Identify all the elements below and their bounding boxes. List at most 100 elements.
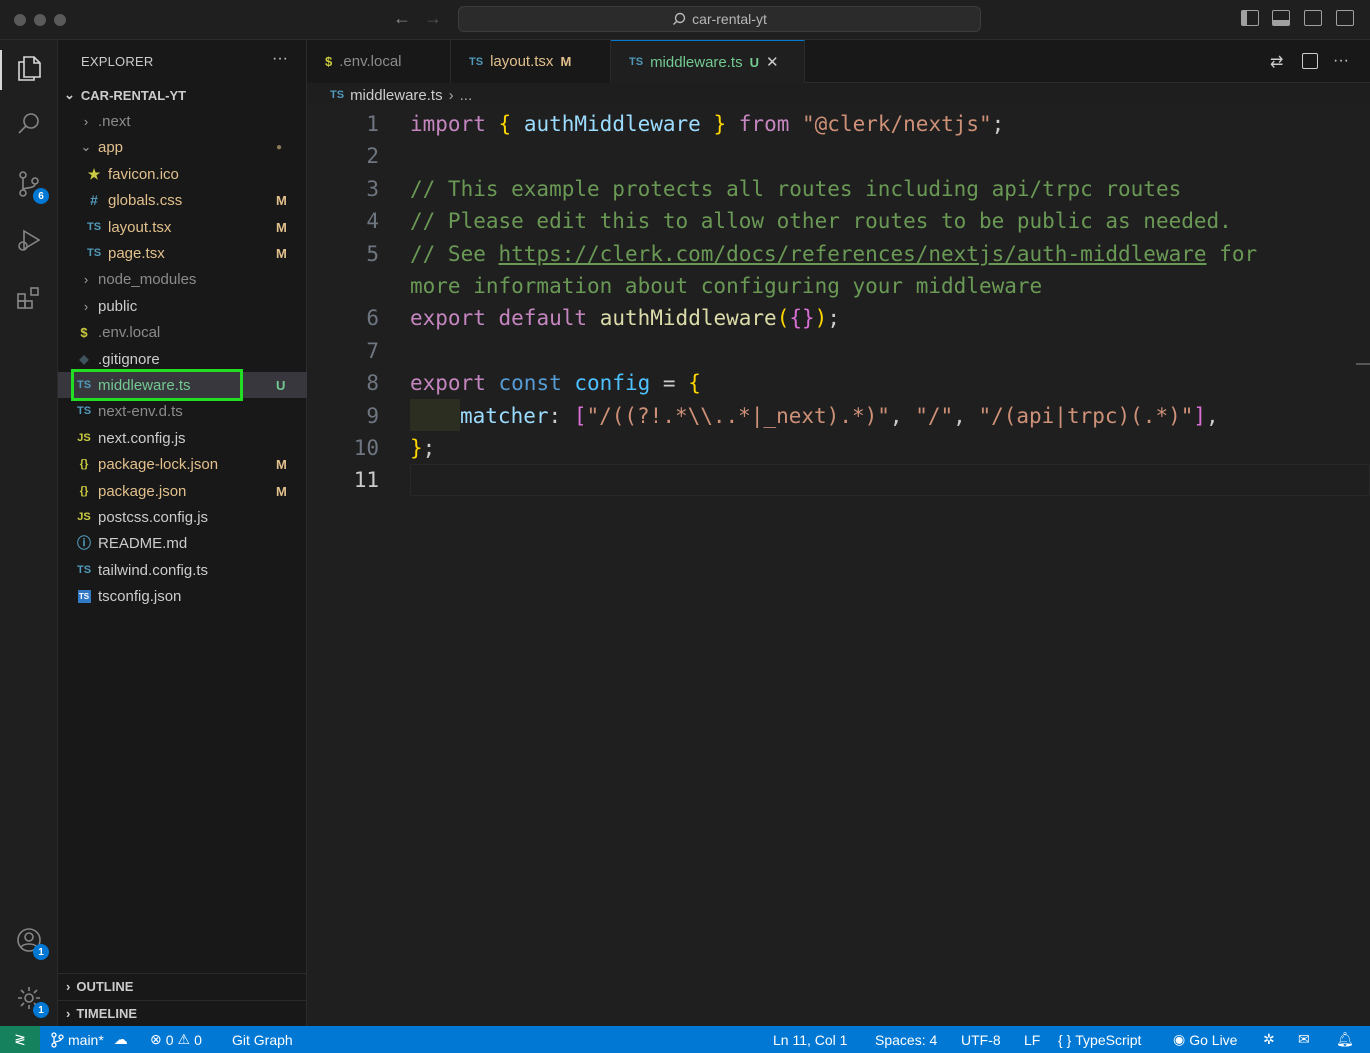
tree-item-postcss-config[interactable]: JS postcss.config.js xyxy=(58,504,307,530)
tree-item-label: package.json xyxy=(98,482,187,500)
tree-item-node-modules[interactable]: › node_modules xyxy=(58,266,307,292)
timeline-section[interactable]: › TIMELINE xyxy=(58,1000,307,1026)
tree-item-label: .env.local xyxy=(98,323,161,341)
line-number: 1 xyxy=(366,112,379,136)
git-graph-button[interactable]: Git Graph xyxy=(232,1026,293,1053)
tree-item-page-tsx[interactable]: TS page.tsx M xyxy=(58,240,307,266)
identifier: authMiddleware xyxy=(511,112,714,136)
more-actions-icon[interactable]: ··· xyxy=(1333,52,1349,70)
back-arrow-icon[interactable]: ← xyxy=(393,8,411,29)
git-status-untracked: U xyxy=(276,377,286,393)
tree-item-next-folder[interactable]: › .next xyxy=(58,108,307,134)
manage-badge: 1 xyxy=(33,1002,49,1018)
keyword: export xyxy=(410,306,486,330)
tree-item-app-folder[interactable]: ⌄ app ● xyxy=(58,134,307,160)
punctuation: , xyxy=(953,404,979,428)
tree-item-package-lock[interactable]: {} package-lock.json M xyxy=(58,451,307,477)
typescript-file-icon: TS xyxy=(629,56,644,68)
chevron-right-icon: › xyxy=(66,1006,71,1021)
keyword: import xyxy=(410,112,486,136)
punctuation: ; xyxy=(827,306,840,330)
comment: // See xyxy=(410,242,499,266)
manage-gear-icon[interactable]: 1 xyxy=(11,980,49,1018)
tree-item-next-config[interactable]: JS next.config.js xyxy=(58,425,307,451)
typescript-file-icon: TS xyxy=(469,55,484,68)
forward-arrow-icon[interactable]: → xyxy=(424,8,442,29)
close-window-button[interactable] xyxy=(14,14,26,26)
language-mode[interactable]: { } TypeScript xyxy=(1058,1026,1141,1053)
tree-item-env-local[interactable]: $ .env.local xyxy=(58,319,307,345)
punctuation: , xyxy=(889,404,916,428)
tree-item-package-json[interactable]: {} package.json M xyxy=(58,478,307,504)
go-live-label: Go Live xyxy=(1189,1031,1238,1048)
tab-middleware-ts[interactable]: TS middleware.ts U ✕ xyxy=(611,40,805,83)
remote-indicator[interactable]: ≷ xyxy=(0,1026,40,1053)
tab-env-local[interactable]: $ .env.local xyxy=(307,40,451,83)
title-bar: ← → car-rental-yt xyxy=(0,0,1370,40)
extensions-icon[interactable] xyxy=(11,280,47,316)
error-count: 0 xyxy=(165,1031,174,1048)
more-actions-icon[interactable]: ··· xyxy=(272,50,288,68)
encoding-status[interactable]: UTF-8 xyxy=(961,1026,1001,1053)
breadcrumb-file[interactable]: middleware.ts xyxy=(350,87,443,104)
tree-item-public[interactable]: › public xyxy=(58,293,307,319)
line-number: 11 xyxy=(353,468,379,492)
tree-item-label: layout.tsx xyxy=(108,218,172,236)
open-changes-icon[interactable]: ⇄ xyxy=(1270,52,1283,72)
bracket: { xyxy=(498,112,512,136)
cursor-position[interactable]: Ln 11, Col 1 xyxy=(773,1026,847,1053)
broadcast-icon: ◉ xyxy=(1173,1031,1186,1047)
accounts-icon[interactable]: 1 xyxy=(11,922,49,960)
tree-item-favicon[interactable]: ★ favicon.ico xyxy=(58,161,307,187)
bracket: ] xyxy=(1193,404,1207,428)
tab-label: middleware.ts xyxy=(650,53,743,71)
warning-icon: ⚠ xyxy=(177,1031,191,1047)
split-editor-icon[interactable] xyxy=(1302,53,1318,69)
tree-item-readme[interactable]: ⓘ README.md xyxy=(58,530,307,556)
language-label: TypeScript xyxy=(1075,1031,1142,1048)
maximize-window-button[interactable] xyxy=(54,14,66,26)
code-editor[interactable]: 1 2 3 4 5 6 7 8 9 10 11 import { authMid… xyxy=(307,105,1370,1026)
tree-item-label: .next xyxy=(98,112,131,130)
close-tab-icon[interactable]: ✕ xyxy=(766,53,779,71)
outline-section[interactable]: › OUTLINE xyxy=(58,973,307,999)
indentation-status[interactable]: Spaces: 4 xyxy=(875,1026,937,1053)
chevron-down-icon: ⌄ xyxy=(80,139,92,154)
minimize-window-button[interactable] xyxy=(34,14,46,26)
notifications-bell-icon[interactable]: 🔔︎ xyxy=(1336,1026,1354,1053)
sync-icon[interactable]: ☁ xyxy=(114,1031,128,1048)
tree-item-layout-tsx[interactable]: TS layout.tsx M xyxy=(58,214,307,240)
eol-status[interactable]: LF xyxy=(1024,1026,1040,1053)
keyword: export xyxy=(410,371,486,395)
comment-link[interactable]: https://clerk.com/docs/references/nextjs… xyxy=(499,242,1207,266)
line-number: 7 xyxy=(366,339,379,363)
explorer-icon[interactable] xyxy=(11,50,47,86)
tree-item-tsconfig[interactable]: TS tsconfig.json xyxy=(58,583,307,609)
tree-item-label: package-lock.json xyxy=(98,455,219,473)
bracket: ) xyxy=(814,306,828,330)
toggle-secondary-sidebar-icon[interactable] xyxy=(1304,10,1322,26)
breadcrumb-more[interactable]: ... xyxy=(460,87,473,104)
copilot-icon[interactable]: ✲ xyxy=(1263,1026,1275,1053)
tree-item-next-env[interactable]: TS next-env.d.ts xyxy=(58,398,307,424)
current-line-highlight xyxy=(410,464,1370,496)
command-center-search[interactable]: car-rental-yt xyxy=(458,6,981,32)
typescript-file-icon: TS xyxy=(330,89,345,101)
problems-status[interactable]: ⊗ 0 ⚠ 0 xyxy=(150,1026,202,1053)
feedback-icon[interactable]: ✉ xyxy=(1298,1026,1310,1053)
source-control-icon[interactable]: 6 xyxy=(11,166,49,204)
workspace-root-folder[interactable]: ⌄ CAR-RENTAL-YT xyxy=(58,84,307,106)
code-line-5: // See https://clerk.com/docs/references… xyxy=(410,238,1257,270)
search-icon[interactable] xyxy=(11,106,47,142)
run-debug-icon[interactable] xyxy=(11,222,47,258)
go-live-button[interactable]: ◉ Go Live xyxy=(1173,1026,1237,1053)
tree-item-globals-css[interactable]: # globals.css M xyxy=(58,187,307,213)
tree-item-tailwind-config[interactable]: TS tailwind.config.ts xyxy=(58,557,307,583)
tree-item-label: next-env.d.ts xyxy=(98,402,183,420)
line-number: 10 xyxy=(353,436,379,460)
customize-layout-icon[interactable] xyxy=(1336,10,1354,26)
tab-layout-tsx[interactable]: TS layout.tsx M xyxy=(451,40,611,83)
toggle-primary-sidebar-icon[interactable] xyxy=(1241,10,1259,26)
toggle-panel-icon[interactable] xyxy=(1272,10,1290,26)
branch-status[interactable]: main* ☁ xyxy=(50,1026,128,1053)
